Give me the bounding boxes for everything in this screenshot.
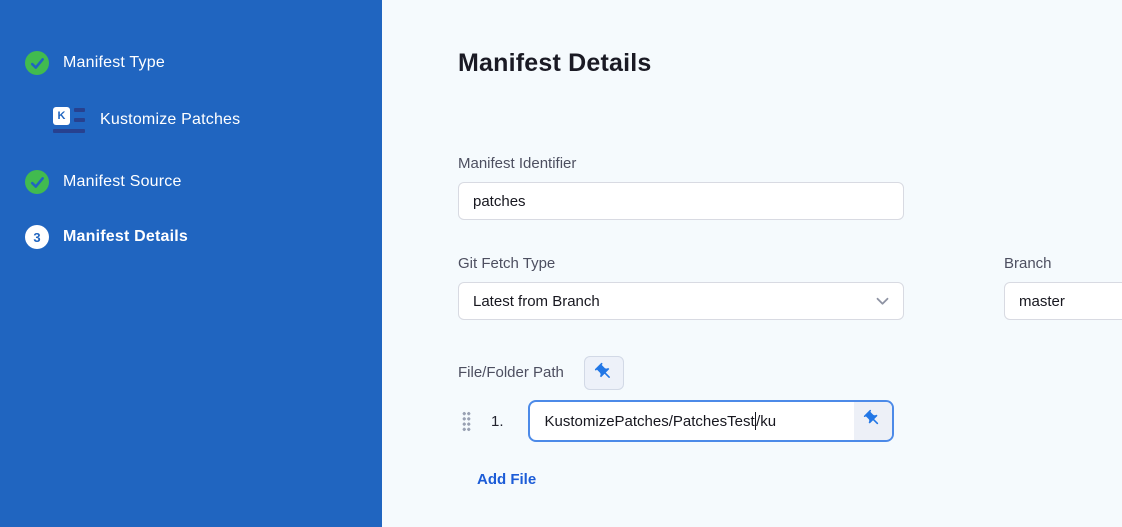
kustomize-logo-underline [53,129,85,133]
file-path-input[interactable]: KustomizePatches/PatchesTest /ku [528,400,894,442]
kustomize-logo-icon: K [53,107,86,134]
file-path-row: 1. KustomizePatches/PatchesTest /ku [458,400,1122,442]
kustomize-logo-letter: K [53,107,70,125]
git-fetch-type-label: Git Fetch Type [458,255,904,273]
page-title: Manifest Details [458,48,1122,78]
step-label: Manifest Details [63,228,188,246]
file-path-value: KustomizePatches/PatchesTest /ku [530,402,854,440]
sidebar-item-manifest-type[interactable]: Manifest Type [25,50,382,76]
git-fetch-type-select[interactable]: Latest from Branch [458,282,904,320]
kustomize-logo-dash [74,108,85,112]
add-file-button[interactable]: Add File [477,471,536,488]
pin-button[interactable] [854,402,892,440]
manifest-identifier-label: Manifest Identifier [458,155,1122,173]
pin-button[interactable] [584,356,624,390]
file-folder-path-group: File/Folder Path 1. KustomizePatches/Pat… [458,356,1122,489]
manifest-identifier-group: Manifest Identifier [458,155,1122,220]
path-value-segment: KustomizePatches/PatchesTest [545,413,755,430]
kustomize-logo-dash [74,118,85,122]
git-fetch-type-group: Git Fetch Type Latest from Branch [458,255,904,320]
step-label: Manifest Source [63,173,182,191]
sidebar-item-manifest-source[interactable]: Manifest Source [25,169,382,195]
manifest-details-panel: Manifest Details Manifest Identifier Git… [382,0,1122,527]
pin-icon [594,362,614,385]
pin-icon [863,409,882,433]
branch-input[interactable] [1004,282,1122,320]
path-value-segment: /ku [756,413,776,430]
sidebar-item-manifest-details[interactable]: 3 Manifest Details [25,224,382,250]
wizard-steps-sidebar: Manifest Type K Kustomize Patches Manife… [0,0,382,527]
manifest-identifier-input[interactable] [458,182,904,220]
step-label: Kustomize Patches [100,111,240,129]
chevron-down-icon [876,293,889,310]
check-icon [25,170,49,194]
branch-group: Branch [1004,255,1122,320]
file-path-row-index: 1. [491,413,504,430]
file-folder-path-label: File/Folder Path [458,364,564,382]
git-fetch-row: Git Fetch Type Latest from Branch Branch [458,255,1122,320]
step-number-badge: 3 [25,225,49,249]
step-label: Manifest Type [63,54,165,72]
branch-label: Branch [1004,255,1122,273]
git-fetch-type-value: Latest from Branch [473,293,600,310]
drag-handle-icon[interactable] [462,411,471,432]
check-icon [25,51,49,75]
sidebar-item-kustomize-patches[interactable]: K Kustomize Patches [53,107,382,133]
